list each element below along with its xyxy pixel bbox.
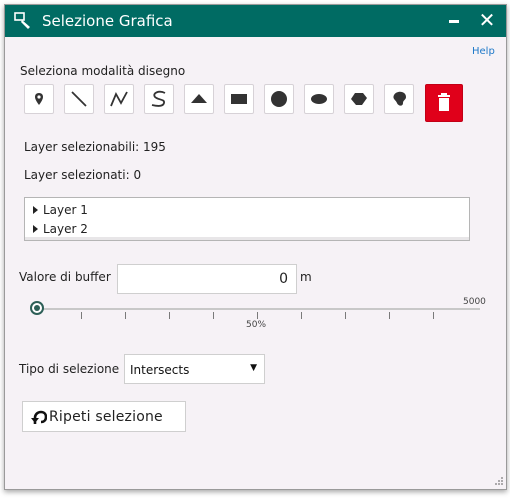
ellipse-icon — [311, 94, 327, 104]
slider-tick — [125, 312, 126, 319]
close-button[interactable]: ✕ — [477, 10, 497, 30]
draw-ellipse-button[interactable] — [304, 84, 334, 114]
help-link[interactable]: Help — [472, 46, 495, 57]
layer-list: Layer 1 Layer 2 — [24, 197, 470, 241]
polyline-icon — [110, 91, 128, 107]
minimize-button[interactable] — [448, 13, 462, 27]
slider-tick — [213, 312, 214, 319]
trash-icon — [438, 93, 450, 111]
title-bar[interactable]: Selezione Grafica ✕ — [5, 5, 506, 37]
window-title: Selezione Grafica — [42, 12, 173, 30]
buffer-unit: m — [300, 270, 312, 284]
freehand-line-icon — [151, 90, 166, 107]
layer-item-label: Layer 1 — [43, 203, 88, 217]
line-icon — [71, 91, 87, 107]
draw-mode-label: Seleziona modalità disegno — [20, 64, 186, 78]
layer-item-1[interactable]: Layer 1 — [33, 203, 88, 221]
selected-layers-count: Layer selezionati: 0 — [24, 168, 142, 182]
slider-tick — [345, 312, 346, 319]
layer-item-2[interactable]: Layer 2 — [33, 222, 88, 240]
buffer-label: Valore di buffer — [19, 270, 111, 284]
delete-drawing-button[interactable] — [425, 84, 463, 122]
draw-rectangle-button[interactable] — [224, 84, 254, 114]
draw-line-button[interactable] — [64, 84, 94, 114]
buffer-value-input[interactable] — [117, 264, 297, 294]
rectangle-icon — [231, 94, 247, 104]
draw-freehand-line-button[interactable] — [144, 84, 174, 114]
slider-tick — [169, 312, 170, 319]
slider-mid-label: 50% — [246, 320, 267, 330]
draw-polyline-button[interactable] — [104, 84, 134, 114]
slider-tick — [389, 312, 390, 319]
buffer-slider-track[interactable] — [37, 308, 480, 310]
selection-type-select[interactable]: Intersects ▼ — [124, 354, 265, 384]
draw-polygon-button[interactable] — [344, 84, 374, 114]
draw-triangle-button[interactable] — [184, 84, 214, 114]
slider-tick — [301, 312, 302, 319]
selection-tool-icon — [14, 12, 30, 29]
draw-circle-button[interactable] — [264, 84, 294, 114]
freehand-polygon-icon — [393, 91, 406, 106]
buffer-slider-handle[interactable] — [30, 301, 44, 315]
slider-tick — [81, 312, 82, 319]
circle-icon — [271, 91, 287, 107]
triangle-icon — [191, 94, 207, 103]
repeat-selection-label: Ripeti selezione — [49, 409, 163, 425]
expand-arrow-icon — [33, 205, 38, 214]
polygon-icon — [351, 93, 367, 105]
slider-tick — [257, 312, 258, 319]
layer-item-label: Layer 2 — [43, 222, 88, 236]
selectable-layers-count: Layer selezionabili: 195 — [24, 140, 166, 154]
resize-grip-icon[interactable] — [494, 476, 504, 486]
expand-arrow-icon — [33, 224, 38, 233]
selection-type-label: Tipo di selezione — [19, 362, 120, 376]
slider-tick — [433, 312, 434, 319]
point-icon — [35, 93, 43, 105]
selection-type-value: Intersects — [130, 363, 190, 377]
draw-point-button[interactable] — [24, 84, 54, 114]
repeat-selection-button[interactable]: Ripeti selezione — [22, 401, 186, 432]
repeat-icon — [31, 410, 47, 424]
slider-max-label: 5000 — [463, 297, 486, 307]
selezione-grafica-dialog: Selezione Grafica ✕ Help Seleziona modal… — [4, 4, 507, 490]
draw-freehand-polygon-button[interactable] — [384, 84, 414, 114]
dropdown-caret-icon: ▼ — [250, 363, 257, 373]
